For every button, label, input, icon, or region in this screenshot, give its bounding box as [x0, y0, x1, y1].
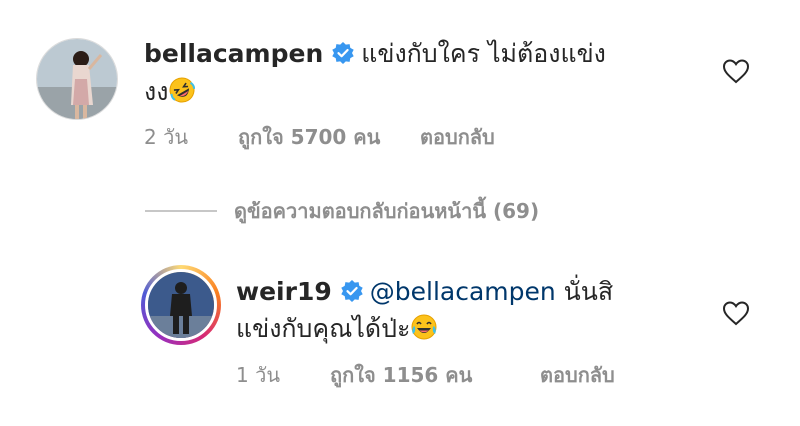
reply-likes[interactable]: ถูกใจ 1156 คน [330, 362, 472, 388]
verified-badge-icon [341, 280, 363, 302]
comment-text-line2: งง [144, 76, 196, 108]
reply-body: นั่นสิ [555, 277, 614, 306]
comment-like-heart-icon[interactable] [722, 58, 750, 84]
replies-divider [145, 210, 217, 212]
view-previous-replies-button[interactable]: ดูข้อความตอบกลับก่อนหน้านี้ (69) [234, 198, 539, 224]
comment-time: 2 วัน [144, 125, 188, 149]
mention-link[interactable]: @bellacampen [370, 277, 556, 306]
comment-text-line1: bellacampen แข่งกับใคร ไม่ต้องแข่ง [144, 38, 606, 70]
reply-text-line2: แข่งกับคุณได้ป่ะ [236, 313, 438, 345]
comment-likes[interactable]: ถูกใจ 5700 คน [238, 124, 380, 150]
reply-like-heart-icon[interactable] [722, 300, 750, 326]
reply-text-line1: weir19 @bellacampen นั่นสิ [236, 276, 613, 308]
comment-username[interactable]: bellacampen [144, 39, 323, 68]
verified-badge-icon [332, 42, 354, 64]
commenter-avatar[interactable] [36, 38, 118, 120]
reply-time: 1 วัน [236, 363, 280, 387]
avatar-photo [37, 39, 117, 119]
reply-body-cont: แข่งกับคุณได้ป่ะ [236, 314, 411, 343]
avatar-photo [148, 272, 214, 338]
reply-reply-button[interactable]: ตอบกลับ [540, 362, 615, 388]
tears-of-joy-emoji-icon [411, 314, 437, 340]
rolling-on-floor-laughing-emoji-icon [169, 77, 196, 103]
reply-avatar[interactable] [145, 269, 217, 341]
comment-reply-button[interactable]: ตอบกลับ [420, 124, 495, 150]
comment-body-cont: งง [144, 77, 169, 106]
reply-username[interactable]: weir19 [236, 277, 332, 306]
comment-body: แข่งกับใคร ไม่ต้องแข่ง [361, 39, 606, 68]
